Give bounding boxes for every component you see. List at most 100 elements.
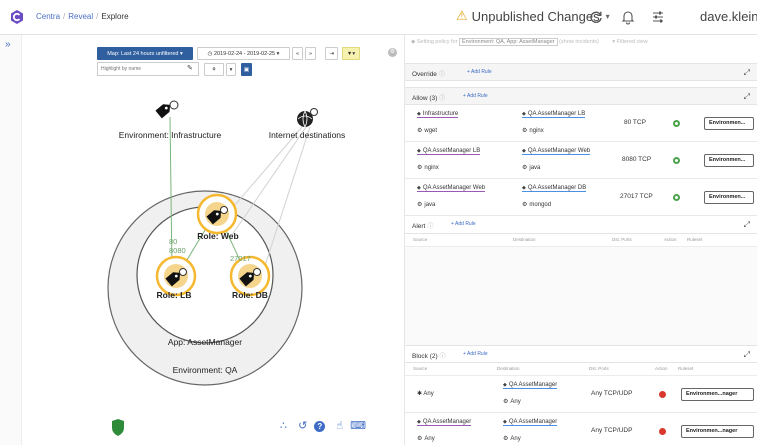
rule-destination[interactable]: QA AssetManager Web	[522, 148, 591, 155]
step-back-button[interactable]: «	[292, 47, 303, 60]
date-range-picker[interactable]: ◷ 2019-02-24 - 2019-02-25 ▾	[197, 47, 290, 60]
rule-source[interactable]: QA AssetManager LB	[417, 148, 481, 155]
ruleset-button[interactable]: Environmen...	[704, 117, 754, 130]
map-canvas[interactable]: Environment: Infrastructure Internet des…	[22, 35, 405, 445]
block-rule-row[interactable]: QA AssetManager Any QA AssetManager Any …	[405, 413, 757, 445]
map-select-dropdown[interactable]: Map: Last 24 hours unfiltered ▾	[97, 47, 193, 60]
hand-pan-icon[interactable]: ☝	[336, 420, 343, 432]
chevron-down-icon: ▾	[276, 50, 280, 57]
help-icon[interactable]: ?	[314, 421, 326, 432]
unpublished-label: Unpublished Changes	[471, 8, 600, 24]
shield-icon	[112, 419, 124, 436]
keyboard-icon[interactable]: ⌨	[350, 420, 366, 432]
user-menu[interactable]: dave.klein ▾	[700, 9, 757, 24]
save-map-button[interactable]: ▣	[241, 63, 252, 76]
unpublished-changes-dropdown[interactable]: ⚠ Unpublished Changes ▾	[456, 8, 610, 24]
policy-scope-line: ◆ Setting policy for Environment: QA, Ap…	[411, 38, 648, 46]
column-header: Action	[655, 366, 668, 371]
breadcrumb-reveal[interactable]: Reveal	[68, 12, 93, 21]
column-header: Source	[413, 237, 428, 242]
column-header: Action	[664, 237, 677, 242]
override-title: Override	[412, 71, 437, 78]
rule-destination[interactable]: QA AssetManager LB	[522, 111, 586, 118]
allow-rule-row[interactable]: Infrastructure wget QA AssetManager LB n…	[405, 105, 757, 142]
block-section-header: Block (2) ⓘ + Add Rule ⤢	[405, 345, 757, 363]
ruleset-button[interactable]: Environmen...	[704, 154, 754, 167]
node-layout-icon: ⚘	[211, 66, 217, 73]
centra-logo-icon[interactable]	[9, 9, 25, 25]
policy-panel: ◆ Setting policy for Environment: QA, Ap…	[404, 35, 757, 445]
rule-destination[interactable]: QA AssetManager DB	[522, 185, 587, 192]
block-add-rule-button[interactable]: + Add Rule	[463, 351, 488, 357]
column-header: Dst. Ports	[589, 366, 609, 371]
override-section-header: Override ⓘ + Add Rule ⤢	[405, 63, 757, 81]
map-tools: ∴ ↺ ? ☝ ⌨	[280, 419, 366, 432]
env-qa-label: Environment: QA	[172, 365, 238, 375]
info-icon[interactable]: ⓘ	[440, 354, 446, 360]
policy-label: Setting policy for	[416, 39, 458, 45]
alert-add-rule-button[interactable]: + Add Rule	[451, 221, 476, 227]
filter-icon: ▼▾	[346, 50, 356, 57]
expand-icon[interactable]: ⤢	[744, 92, 750, 102]
pencil-icon[interactable]: ✎	[187, 64, 193, 72]
breadcrumb-explore: Explore	[101, 12, 129, 21]
filtered-view-label: Filtered view	[616, 39, 648, 45]
allow-add-rule-button[interactable]: + Add Rule	[463, 93, 488, 99]
layout-dropdown[interactable]: ▾	[226, 63, 236, 76]
bell-icon[interactable]	[620, 9, 636, 25]
ruleset-button[interactable]: Environmen...nager	[681, 425, 754, 438]
allow-rule-row[interactable]: QA AssetManager Web java QA AssetManager…	[405, 179, 757, 216]
block-title: Block (2)	[412, 353, 438, 360]
clock-icon: ◷	[207, 50, 213, 57]
expand-icon[interactable]: ⤢	[744, 220, 750, 230]
skip-end-button[interactable]: ⇥	[325, 47, 338, 60]
top-bar: Centra / Reveal / Explore ⚠ Unpublished Chan…	[0, 0, 757, 35]
highlight-by-name-input[interactable]	[97, 62, 199, 76]
rule-destination[interactable]: QA AssetManager	[503, 419, 558, 426]
expand-icon[interactable]: ⤢	[744, 68, 750, 78]
allow-status-icon	[673, 157, 680, 164]
map-settings-icon[interactable]: ⚙	[388, 48, 397, 57]
rule-source[interactable]: ✱ Any	[417, 390, 434, 397]
share-nodes-icon[interactable]: ∴	[280, 420, 287, 432]
rule-source[interactable]: QA AssetManager	[417, 419, 472, 426]
fast-forward-icon: »	[308, 50, 313, 57]
rule-destination[interactable]: QA AssetManager	[503, 382, 558, 389]
rule-destination-process: nginx	[522, 127, 543, 134]
allow-rule-row[interactable]: QA AssetManager LB nginx QA AssetManager…	[405, 142, 757, 179]
rule-source[interactable]: Infrastructure	[417, 111, 459, 118]
show-incidents-link[interactable]: (show incidents)	[559, 39, 599, 45]
rule-port: 8080 TCP	[622, 156, 652, 163]
chevron-down-icon: ▾	[605, 11, 610, 21]
ruleset-button[interactable]: Environmen...nager	[681, 388, 754, 401]
policy-scope-box[interactable]: Environment: QA, App: AssetManager	[458, 38, 558, 46]
info-icon[interactable]: ⓘ	[427, 224, 433, 230]
layout-button[interactable]: ⚘	[204, 63, 224, 76]
filter-icon: ▾	[612, 39, 616, 45]
override-add-rule-button[interactable]: + Add Rule	[467, 69, 492, 75]
expand-icon[interactable]: ⤢	[744, 350, 750, 360]
rule-source-process: Any	[417, 435, 434, 442]
chevron-down-icon: ▾	[229, 66, 233, 73]
info-icon[interactable]: ⓘ	[439, 72, 445, 78]
rule-source[interactable]: QA AssetManager Web	[417, 185, 486, 192]
column-header: Ruleset	[678, 366, 694, 371]
block-rule-row[interactable]: ✱ Any QA AssetManager Any Any TCP/UDP En…	[405, 376, 757, 413]
step-forward-button[interactable]: »	[305, 47, 316, 60]
globe-icon	[297, 108, 318, 128]
undo-icon[interactable]: ↺	[298, 420, 307, 432]
info-icon[interactable]: ⓘ	[439, 96, 445, 102]
left-rail: »	[0, 35, 22, 445]
ruleset-button[interactable]: Environmen...	[704, 191, 754, 204]
asterisk-icon: ✱	[417, 391, 423, 397]
warning-icon: ⚠	[456, 8, 468, 23]
filter-button[interactable]: ▼▾	[342, 47, 360, 60]
rewind-icon: «	[295, 50, 300, 57]
port-27017-label: 27017	[230, 254, 251, 263]
refresh-icon[interactable]	[588, 9, 604, 25]
column-header: Dst. Ports	[612, 237, 632, 242]
breadcrumb-centra[interactable]: Centra	[36, 12, 60, 21]
column-header: Ruleset	[687, 237, 703, 242]
sliders-icon[interactable]	[650, 9, 666, 25]
expand-sidebar-icon[interactable]: »	[5, 39, 11, 50]
